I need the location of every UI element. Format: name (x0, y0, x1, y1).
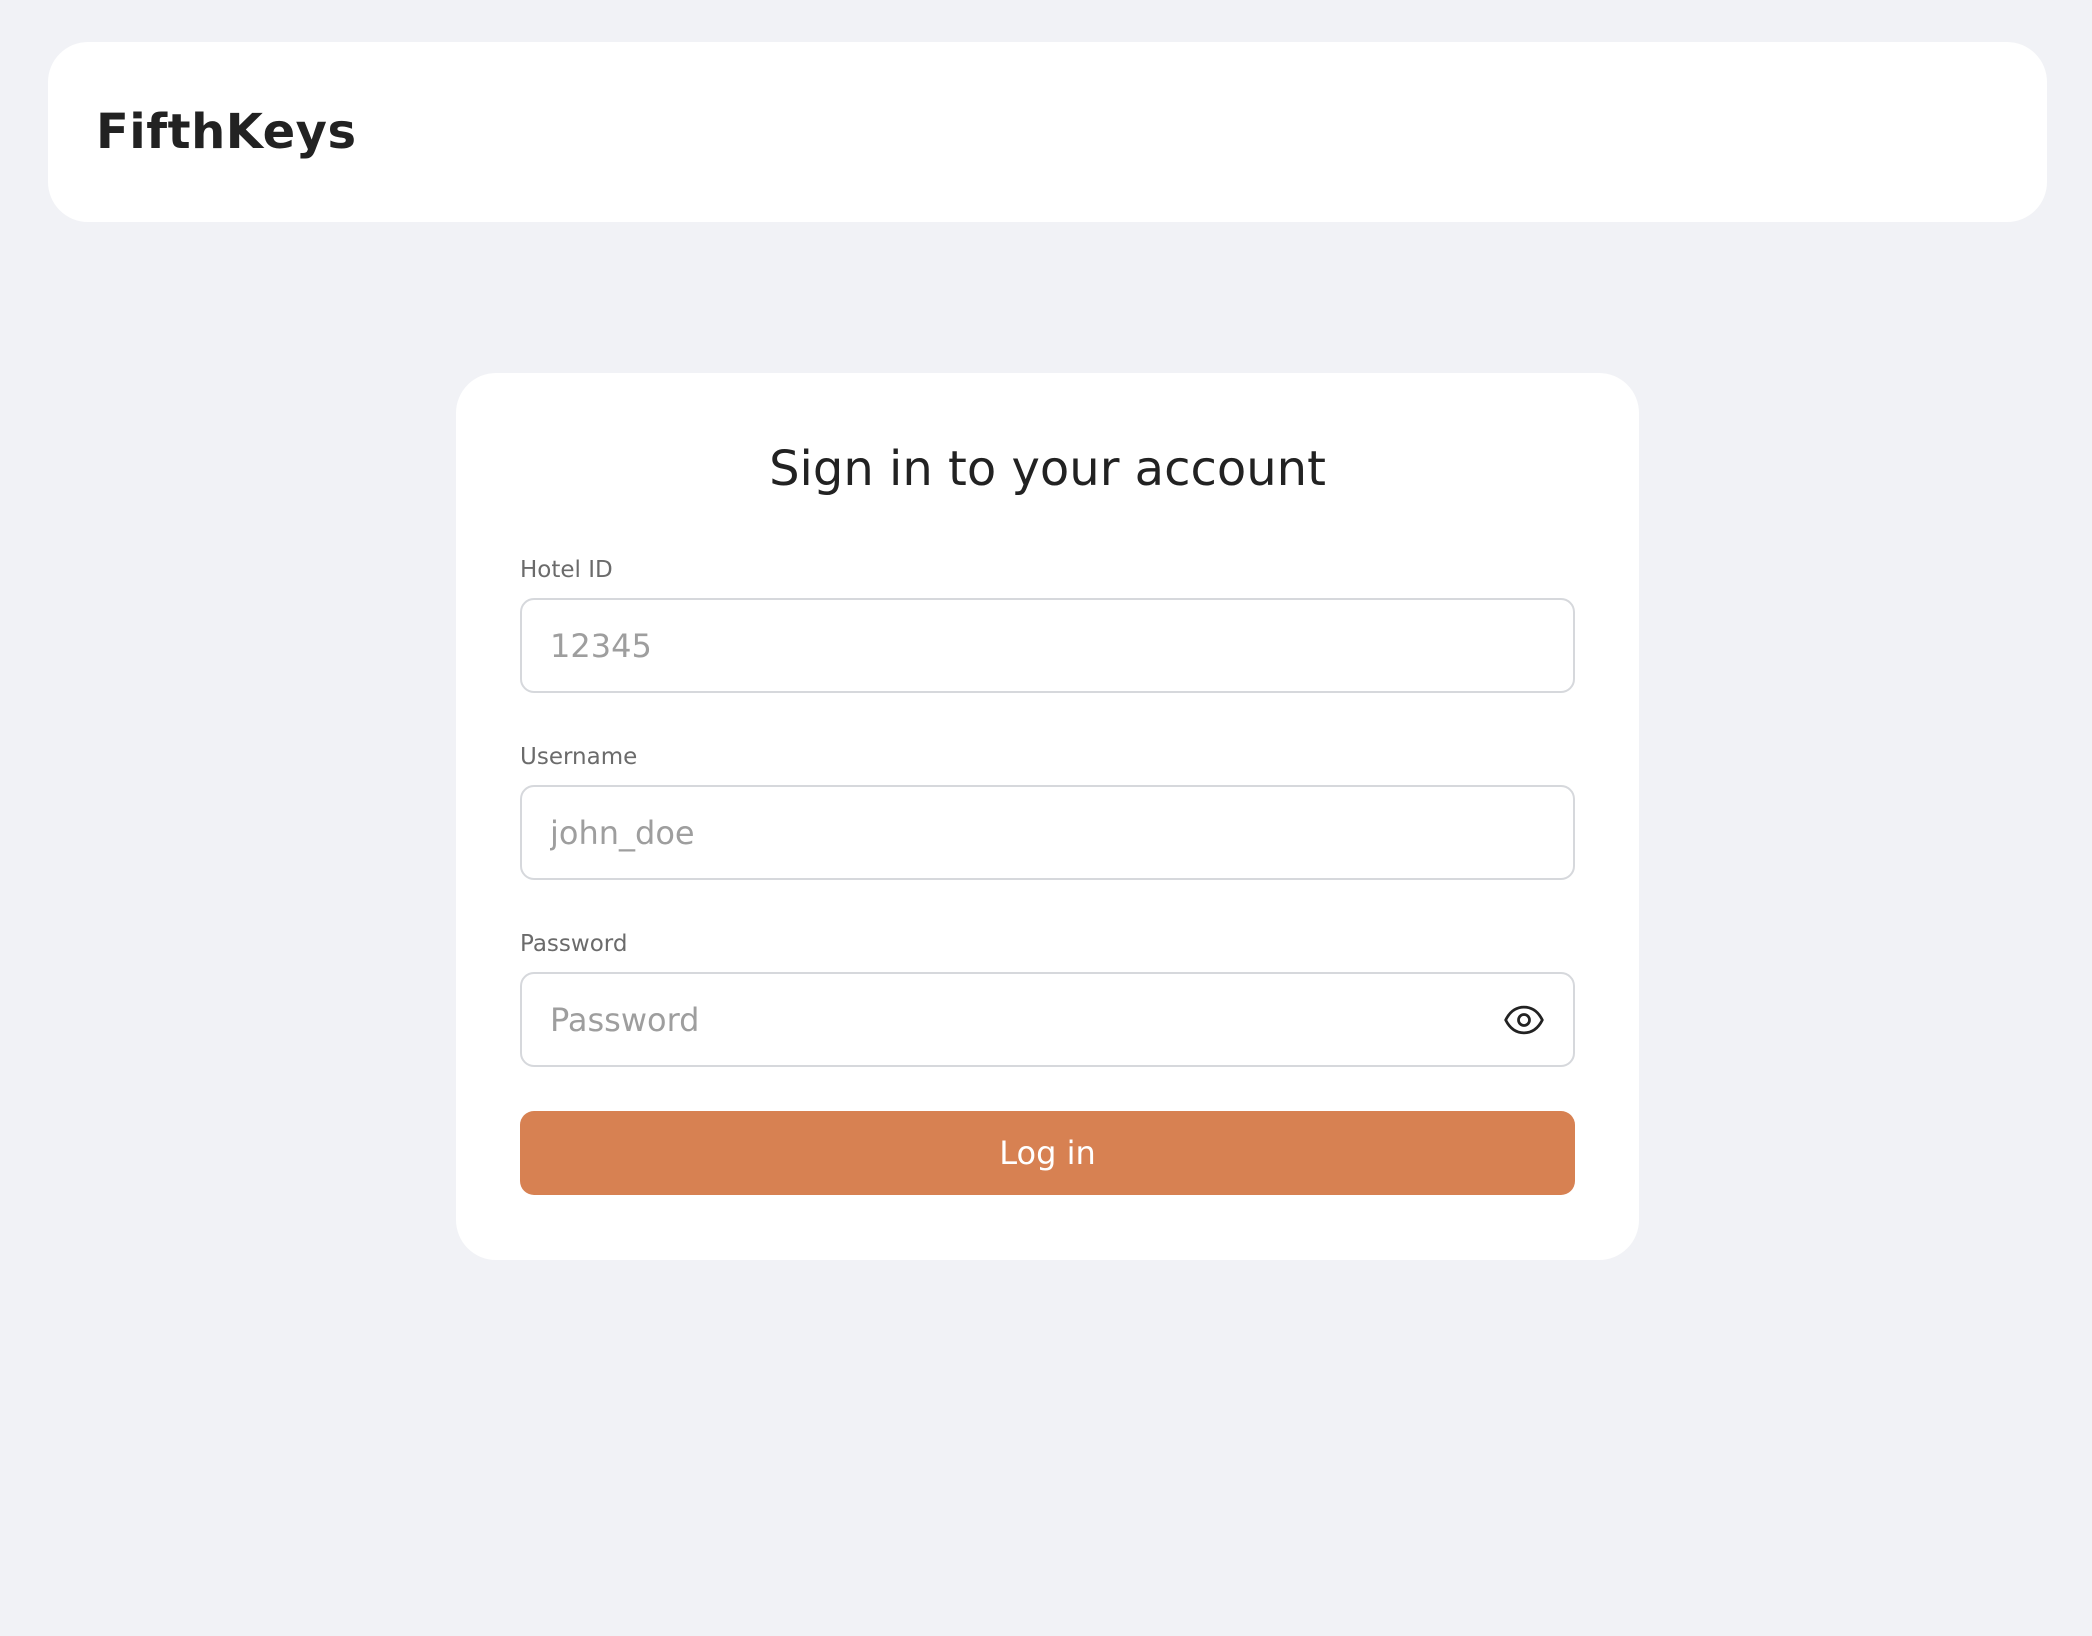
hotel-id-wrapper (520, 598, 1575, 693)
page-title: Sign in to your account (769, 441, 1326, 497)
login-card: Sign in to your account Hotel ID Usernam… (456, 373, 1639, 1260)
hotel-id-input[interactable] (520, 598, 1575, 693)
password-label: Password (520, 931, 628, 957)
login-form: Hotel ID Username Password Log in (520, 556, 1575, 1195)
username-label: Username (520, 744, 638, 770)
username-wrapper (520, 785, 1575, 880)
eye-icon[interactable] (1501, 997, 1547, 1043)
brand-logo[interactable]: FifthKeys (96, 104, 357, 160)
password-input[interactable] (520, 972, 1575, 1067)
username-input[interactable] (520, 785, 1575, 880)
top-bar: FifthKeys (48, 42, 2047, 222)
login-button[interactable]: Log in (520, 1111, 1575, 1195)
password-wrapper (520, 972, 1575, 1067)
hotel-id-label: Hotel ID (520, 557, 613, 583)
